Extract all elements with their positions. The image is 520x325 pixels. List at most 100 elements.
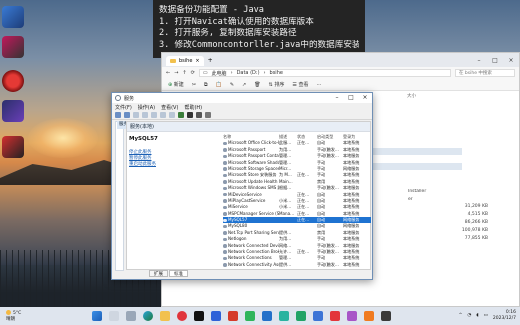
service-gear-icon (223, 263, 227, 267)
service-gear-icon (223, 231, 227, 235)
vscode-icon[interactable] (262, 311, 272, 321)
share-icon[interactable]: ↗ (242, 82, 246, 88)
minimize-icon[interactable]: – (471, 57, 487, 64)
service-logon-as: 本地系统 (343, 261, 360, 267)
services-title-bar[interactable]: 服务 – □ × (112, 93, 372, 103)
file-name-fragment[interactable]: er (408, 197, 448, 205)
service-row[interactable]: Network Connectivity Assi...提供... 手动(触发..… (223, 262, 371, 268)
refresh-icon[interactable]: ⟳ (191, 70, 195, 76)
export-icon[interactable] (151, 112, 157, 118)
taskbar: 5°C 晴朗 ^ ◔ ◖ ▭ 0:16 2023/12/7 (0, 307, 520, 325)
weather-widget[interactable]: 5°C 晴朗 (6, 310, 21, 322)
desktop-shortcut-icon-4[interactable] (2, 100, 24, 122)
file-explorer-icon[interactable] (160, 311, 170, 321)
menu-view[interactable]: 查看(V) (161, 104, 178, 111)
services-window[interactable]: 服务 – □ × 文件(F) 操作(A) 查看(V) 帮助(H) 服务(本地) … (111, 92, 373, 280)
console-tree-icon[interactable] (133, 112, 139, 118)
forward-arrow-icon[interactable]: → (174, 70, 178, 76)
refresh-icon[interactable] (142, 112, 148, 118)
wechat-icon[interactable] (245, 311, 255, 321)
service-gear-icon (223, 148, 227, 152)
weather-temperature: 5°C (13, 311, 22, 316)
services-window-controls: – □ × (330, 93, 372, 103)
view-button[interactable]: ☰ 查看 (292, 81, 308, 88)
rename-icon[interactable]: ✎ (230, 82, 234, 88)
app-icon[interactable] (381, 311, 391, 321)
app-icon[interactable] (364, 311, 374, 321)
desktop-shortcut-icon-2[interactable] (2, 36, 24, 58)
new-button[interactable]: ⊕ 新建 (168, 81, 184, 88)
tray-chevron-icon[interactable]: ^ (459, 313, 463, 318)
file-size: 100,978 KB (461, 228, 488, 233)
paste-icon[interactable]: 📋 (216, 82, 222, 88)
restart-service-link[interactable]: 重启动此服务 (129, 162, 221, 168)
new-tab-icon[interactable]: + (208, 57, 213, 64)
file-size: 4,515 KB (467, 212, 488, 217)
close-icon[interactable]: × (358, 93, 372, 103)
menu-action[interactable]: 操作(A) (138, 104, 155, 111)
app-icon[interactable] (313, 311, 323, 321)
file-name-fragment[interactable]: Installer (408, 189, 448, 197)
back-arrow-icon[interactable]: ← (166, 70, 170, 76)
music-app-icon[interactable] (177, 311, 187, 321)
more-icon[interactable]: ··· (316, 82, 321, 88)
breadcrumb-drive[interactable]: Data (D:) (237, 70, 260, 76)
minimize-icon[interactable]: – (330, 93, 344, 103)
app-icon[interactable] (211, 311, 221, 321)
tab-standard[interactable]: 标准 (169, 270, 188, 277)
menu-help[interactable]: 帮助(H) (184, 104, 202, 111)
search-icon[interactable] (109, 311, 119, 321)
wifi-icon[interactable]: ◔ (467, 313, 471, 318)
help-icon[interactable] (160, 112, 166, 118)
maximize-icon[interactable]: □ (487, 57, 503, 64)
column-size-header[interactable]: 大小 (407, 93, 416, 99)
desktop-shortcut-icon-5[interactable] (2, 136, 24, 158)
explorer-tab[interactable]: bsihe × (166, 56, 204, 66)
app-icon[interactable] (194, 311, 204, 321)
desktop-shortcut-icon-3[interactable] (2, 70, 24, 92)
service-startup-type: 手动(触发... (317, 261, 339, 267)
service-detail-panel: MySQL57 停止此服务 暂停此服务 重启动此服务 (129, 134, 221, 168)
instruction-step-3: 3. 修改Commoncontorller.java中的数据库安装路径 (159, 39, 359, 50)
file-name-fragments: Installer er (408, 189, 448, 205)
address-bar[interactable]: ▭ 此电脑 › Data (D:) › bsihe (198, 69, 451, 77)
explorer-search-input[interactable]: 在 bsihe 中搜索 (455, 69, 515, 77)
pause-icon[interactable] (196, 112, 202, 118)
start-icon[interactable] (178, 112, 184, 118)
properties-icon[interactable] (169, 112, 175, 118)
up-arrow-icon[interactable]: ↑ (182, 70, 186, 76)
app-icon[interactable] (279, 311, 289, 321)
battery-icon[interactable]: ▭ (484, 313, 488, 318)
maximize-icon[interactable]: □ (344, 93, 358, 103)
restart-icon[interactable] (205, 112, 211, 118)
copy-icon[interactable]: ⧉ (204, 82, 208, 88)
cut-icon[interactable]: ✂ (192, 82, 196, 88)
start-menu-icon[interactable] (92, 311, 102, 321)
menu-file[interactable]: 文件(F) (115, 104, 132, 111)
clock[interactable]: 0:16 2023/12/7 (493, 310, 516, 321)
breadcrumb-folder[interactable]: bsihe (270, 70, 283, 76)
task-view-icon[interactable] (126, 311, 136, 321)
service-gear-icon (223, 167, 227, 171)
app-icon[interactable] (296, 311, 306, 321)
back-icon[interactable] (115, 112, 121, 118)
app-icon[interactable] (347, 311, 357, 321)
breadcrumb-this-pc[interactable]: 此电脑 (212, 70, 227, 77)
volume-icon[interactable]: ◖ (476, 313, 478, 318)
browser-icon[interactable] (143, 311, 153, 321)
stop-icon[interactable] (187, 112, 193, 118)
app-icon[interactable] (228, 311, 238, 321)
folder-icon (170, 58, 176, 64)
sort-button[interactable]: ⇅ 排序 (269, 81, 285, 88)
tab-close-icon[interactable]: × (195, 56, 199, 66)
instructions-panel: 数据备份功能配置 - Java 1. 打开Navicat确认使用的数据库版本 2… (153, 0, 365, 58)
delete-icon[interactable]: 🗑 (254, 82, 260, 88)
forward-icon[interactable] (124, 112, 130, 118)
service-name-cell: Network Connectivity Assi... (223, 262, 279, 268)
sun-icon (6, 310, 11, 315)
close-icon[interactable]: × (503, 57, 519, 64)
desktop-shortcut-icon-1[interactable] (2, 6, 24, 28)
app-icon[interactable] (330, 311, 340, 321)
tab-extended[interactable]: 扩展 (149, 270, 168, 277)
instructions-title: 数据备份功能配置 - Java (159, 5, 264, 15)
